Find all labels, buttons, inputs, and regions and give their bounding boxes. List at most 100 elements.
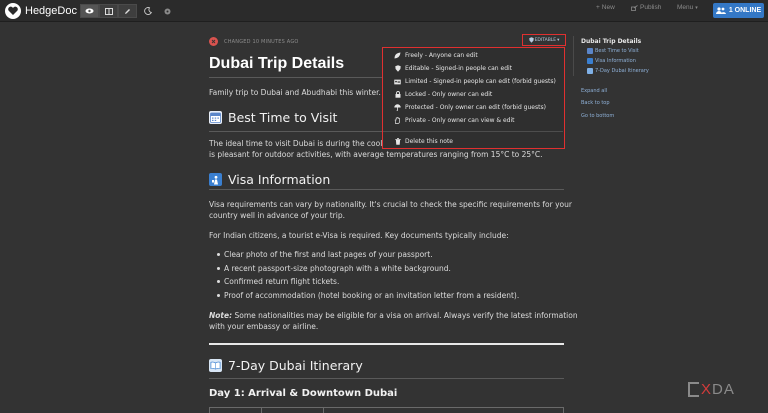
visa-documents-paragraph: For Indian citizens, a tourist e-Visa is…: [209, 231, 509, 240]
pencil-icon: [125, 8, 130, 14]
new-label: New: [601, 4, 615, 11]
passport-control-icon: [209, 173, 222, 186]
page-title: Dubai Trip Details: [209, 55, 345, 72]
hand-icon: [394, 117, 401, 124]
navbar: HedgeDoc + New Publish Menu ▾ 1 ONLINE: [0, 0, 768, 22]
new-note-button[interactable]: + New: [596, 4, 615, 11]
note-text: Some nationalities may be eligible for a…: [232, 311, 578, 320]
bracket-icon: [688, 382, 699, 397]
heading-best-time: Best Time to Visit: [209, 110, 337, 125]
share-icon: [631, 4, 638, 11]
online-label: 1 ONLINE: [728, 7, 762, 14]
visa-paragraph-line1: Visa requirements can vary by nationalit…: [209, 200, 572, 209]
leaf-icon: [394, 52, 401, 59]
brand[interactable]: HedgeDoc: [5, 3, 77, 19]
list-item: Clear photo of the first and last pages …: [217, 250, 433, 259]
xda-watermark: X DA: [688, 381, 735, 398]
columns-icon: [104, 7, 113, 15]
watermark-text: DA: [712, 381, 735, 398]
visa-paragraph-line2: country well in advance of your trip.: [209, 211, 345, 220]
users-icon: [715, 7, 726, 14]
delete-note-label: Delete this note: [405, 138, 453, 145]
view-mode-group: [80, 4, 137, 18]
permission-protected[interactable]: Protected - Only owner can edit (forbid …: [394, 104, 546, 111]
toc-title[interactable]: Dubai Trip Details: [581, 38, 641, 45]
permission-label: EDITABLE: [534, 37, 557, 43]
toc-item-visa[interactable]: Visa Information: [587, 58, 636, 64]
go-to-bottom-link[interactable]: Go to bottom: [581, 113, 614, 119]
edit-mode-button[interactable]: [118, 4, 137, 18]
permission-limited-label: Limited - Signed-in people can edit (for…: [405, 78, 556, 85]
caret-down-icon: ▾: [695, 4, 698, 11]
permission-protected-label: Protected - Only owner can edit (forbid …: [405, 104, 546, 111]
id-card-icon: [394, 78, 401, 85]
note-status: CHANGED 10 MINUTES AGO: [209, 37, 299, 46]
heading-divider: [209, 189, 564, 190]
table-cell: [262, 408, 324, 413]
both-mode-button[interactable]: [99, 4, 118, 18]
help-button[interactable]: [160, 4, 174, 18]
note-label: Note:: [209, 311, 233, 320]
calendar-icon: [587, 48, 593, 54]
toc-item-label: Best Time to Visit: [595, 48, 639, 54]
permission-editable-label: Editable - Signed-in people can edit: [405, 65, 513, 72]
eye-icon: [85, 8, 94, 14]
heading-visa-text: Visa Information: [228, 172, 331, 187]
hedgedoc-logo-icon: [5, 3, 21, 19]
view-mode-button[interactable]: [80, 4, 99, 18]
itinerary-table: [209, 407, 564, 413]
delete-note-item[interactable]: Delete this note: [394, 138, 453, 145]
permission-editable[interactable]: Editable - Signed-in people can edit: [394, 65, 512, 72]
changed-time-text: CHANGED 10 MINUTES AGO: [224, 38, 299, 45]
plus-icon: +: [596, 4, 600, 11]
note-paragraph-line1: Note: Some nationalities may be eligible…: [209, 310, 578, 321]
question-circle-icon: [164, 8, 170, 14]
publish-label: Publish: [640, 4, 662, 11]
caret-down-icon: ▾: [557, 37, 560, 43]
heading-best-time-text: Best Time to Visit: [228, 110, 338, 125]
horizontal-rule: [209, 343, 564, 345]
calendar-icon: [209, 111, 222, 124]
shield-icon: [394, 65, 401, 72]
toc-item-best-time[interactable]: Best Time to Visit: [587, 48, 639, 54]
passport-control-icon: [587, 58, 593, 64]
permission-freely[interactable]: Freely - Anyone can edit: [394, 52, 478, 59]
heading-divider: [209, 378, 564, 379]
trash-icon: [394, 138, 401, 145]
heading-itinerary: 7-Day Dubai Itinerary: [209, 358, 363, 373]
night-mode-button[interactable]: [141, 4, 155, 18]
open-book-icon: [587, 68, 593, 74]
publish-button[interactable]: Publish: [631, 4, 661, 11]
note-paragraph-line2: with your embassy or airline.: [209, 322, 319, 331]
permission-freely-label: Freely - Anyone can edit: [405, 52, 478, 59]
menu-button[interactable]: Menu ▾: [677, 4, 698, 11]
toc-item-itinerary[interactable]: 7-Day Dubai Itinerary: [587, 68, 649, 74]
permission-locked-label: Locked - Only owner can edit: [405, 91, 493, 98]
heading-day1: Day 1: Arrival & Downtown Dubai: [209, 388, 398, 399]
table-cell: [324, 408, 563, 413]
permission-button[interactable]: EDITABLE ▾: [522, 34, 566, 46]
intro-paragraph: Family trip to Dubai and Abudhabi this w…: [209, 88, 381, 97]
permission-private[interactable]: Private - Only owner can view & edit: [394, 117, 515, 124]
lock-icon: [394, 91, 401, 98]
list-item: Proof of accommodation (hotel booking or…: [216, 291, 520, 300]
close-circle-icon: [209, 37, 218, 46]
moon-icon: [144, 7, 152, 15]
table-cell: [210, 408, 262, 413]
shield-icon: [528, 37, 534, 43]
permission-limited[interactable]: Limited - Signed-in people can edit (for…: [394, 78, 556, 85]
best-time-line2: is pleasant for outdoor activities, with…: [209, 150, 543, 159]
permission-private-label: Private - Only owner can view & edit: [405, 117, 515, 124]
toc-item-label: 7-Day Dubai Itinerary: [595, 68, 649, 74]
permission-locked[interactable]: Locked - Only owner can edit: [394, 91, 492, 98]
list-item: A recent passport-size photograph with a…: [217, 264, 451, 273]
expand-all-link[interactable]: Expand all: [581, 88, 607, 94]
online-users-button[interactable]: 1 ONLINE: [713, 3, 764, 18]
brand-name: HedgeDoc: [25, 5, 77, 17]
permission-dropdown: Freely - Anyone can edit Editable - Sign…: [382, 47, 565, 149]
dropdown-divider: [383, 131, 563, 132]
toc-item-label: Visa Information: [595, 58, 636, 64]
toc-indicator: [573, 36, 574, 76]
heading-itinerary-text: 7-Day Dubai Itinerary: [228, 358, 363, 373]
back-to-top-link[interactable]: Back to top: [581, 100, 610, 106]
